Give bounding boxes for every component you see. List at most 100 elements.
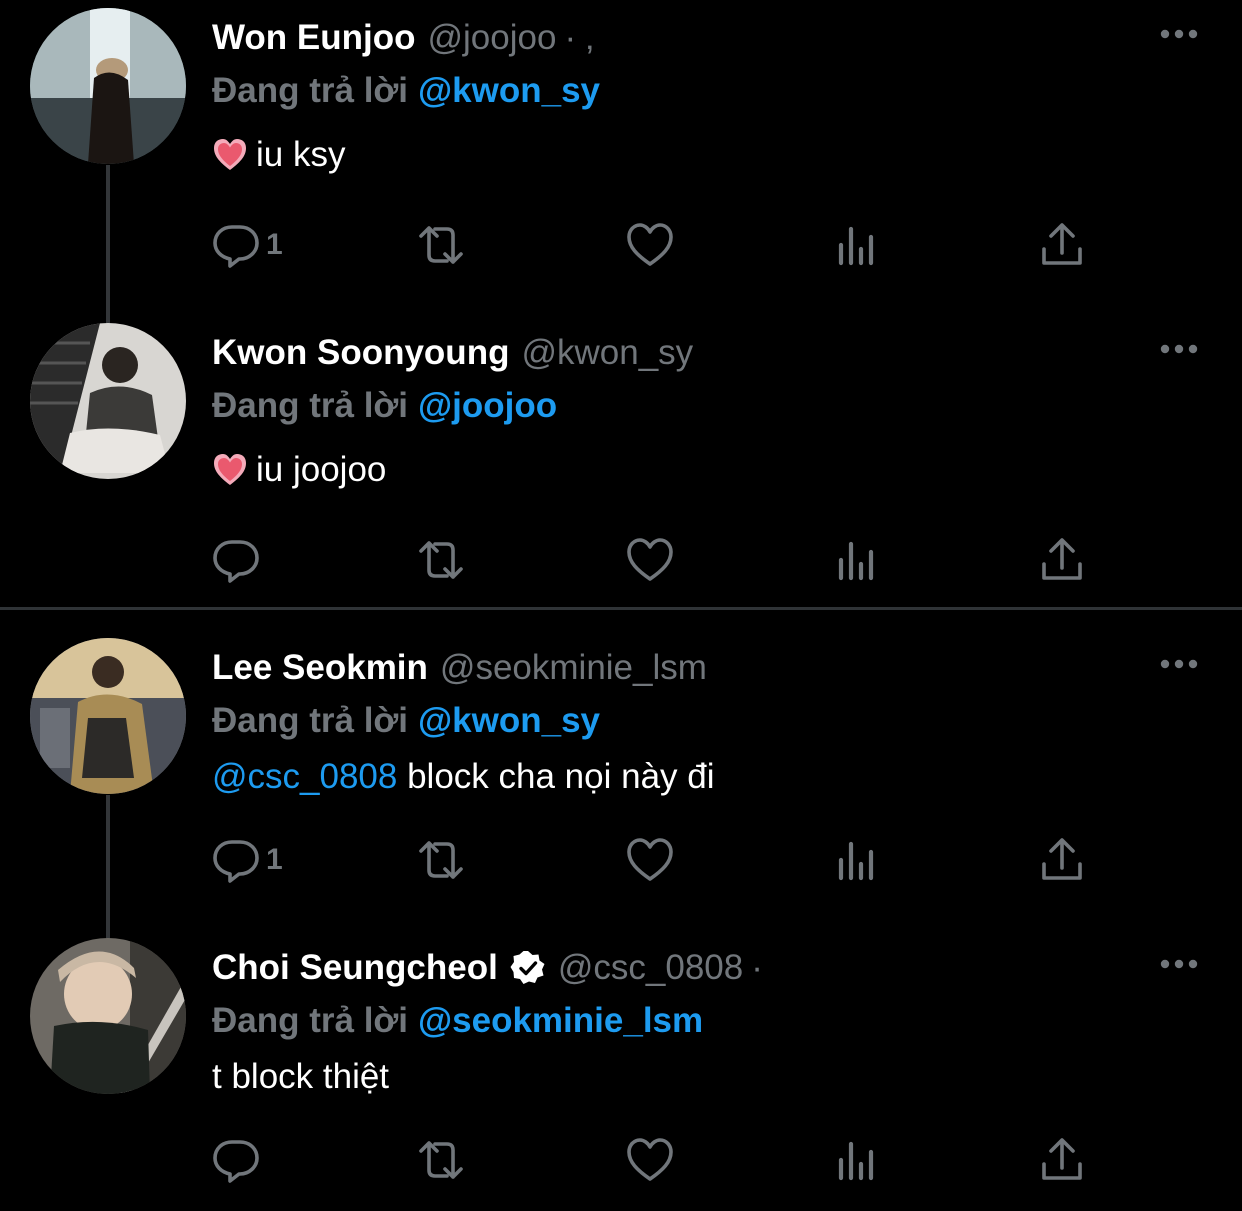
retweet-button[interactable] xyxy=(415,530,467,590)
reply-count: 1 xyxy=(266,843,283,876)
views-button[interactable] xyxy=(832,215,884,275)
share-icon xyxy=(1042,838,1082,880)
views-icon xyxy=(838,226,874,266)
like-icon xyxy=(627,538,673,581)
replying-to: Đang trả lời @kwon_sy xyxy=(212,66,600,116)
replying-to: Đang trả lời @kwon_sy xyxy=(212,696,600,746)
action-bar: 1 xyxy=(210,215,1110,275)
handle[interactable]: @seokminie_lsm xyxy=(440,648,707,688)
avatar[interactable] xyxy=(30,8,186,164)
more-icon xyxy=(1160,659,1198,669)
reply-button[interactable]: 1 xyxy=(210,830,283,890)
replying-to-handle[interactable]: @kwon_sy xyxy=(418,71,600,111)
pink-heart-emoji xyxy=(212,452,248,488)
views-button[interactable] xyxy=(832,530,884,590)
tweet-text: iu ksy xyxy=(212,130,345,180)
like-button[interactable] xyxy=(624,830,676,890)
retweet-icon xyxy=(419,1141,463,1179)
meta-dot: · ‚ xyxy=(564,18,594,57)
more-icon xyxy=(1160,29,1198,39)
share-icon xyxy=(1042,538,1082,580)
views-button[interactable] xyxy=(832,830,884,890)
display-name[interactable]: Won Eunjoo xyxy=(212,18,415,58)
tweet[interactable]: Choi Seungcheol @csc_0808 · Đang trả lời… xyxy=(0,930,1242,1210)
replying-to: Đang trả lời @joojoo xyxy=(212,381,557,431)
share-icon xyxy=(1042,223,1082,265)
retweet-button[interactable] xyxy=(415,1130,467,1190)
tweet-header: Choi Seungcheol @csc_0808 · xyxy=(212,940,763,996)
pink-heart-emoji xyxy=(212,137,248,173)
tweet-header: Won Eunjoo @joojoo · ‚ xyxy=(212,10,594,66)
tweet-text-content: iu joojoo xyxy=(256,450,387,489)
reply-button[interactable] xyxy=(210,530,266,590)
tweet-text-content: block cha nọi này đi xyxy=(397,757,715,796)
tweet-text: @csc_0808 block cha nọi này đi xyxy=(212,752,715,802)
display-name[interactable]: Choi Seungcheol xyxy=(212,948,498,988)
verified-badge-icon xyxy=(510,950,546,986)
more-icon xyxy=(1160,959,1198,969)
like-button[interactable] xyxy=(624,215,676,275)
reply-icon xyxy=(213,225,259,268)
views-icon xyxy=(838,841,874,881)
retweet-button[interactable] xyxy=(415,830,467,890)
avatar[interactable] xyxy=(30,938,186,1094)
more-button[interactable] xyxy=(1155,335,1203,363)
tweet-text-content: t block thiệt xyxy=(212,1057,390,1096)
handle[interactable]: @csc_0808 xyxy=(558,948,743,988)
tweet-text-content: iu ksy xyxy=(256,135,346,174)
display-name[interactable]: Kwon Soonyoung xyxy=(212,333,509,373)
mention-link[interactable]: @csc_0808 xyxy=(212,757,397,797)
action-bar xyxy=(210,530,1110,590)
avatar[interactable] xyxy=(30,323,186,479)
more-icon xyxy=(1160,344,1198,354)
action-bar xyxy=(210,1130,1110,1190)
reply-icon xyxy=(213,1140,259,1183)
tweet-header: Kwon Soonyoung @kwon_sy xyxy=(212,325,693,381)
share-button[interactable] xyxy=(1036,215,1088,275)
replying-to-label: Đang trả lời xyxy=(212,701,409,740)
like-icon xyxy=(627,223,673,266)
replying-to-handle[interactable]: @joojoo xyxy=(418,386,557,426)
thread-line xyxy=(106,165,110,320)
replying-to-handle[interactable]: @kwon_sy xyxy=(418,701,600,741)
tweet[interactable]: Lee Seokmin @seokminie_lsm Đang trả lời … xyxy=(0,638,1242,930)
share-icon xyxy=(1042,1138,1082,1180)
more-button[interactable] xyxy=(1155,950,1203,978)
retweet-button[interactable] xyxy=(415,215,467,275)
tweet-text: t block thiệt xyxy=(212,1052,389,1102)
tweet[interactable]: Kwon Soonyoung @kwon_sy Đang trả lời @jo… xyxy=(0,310,1242,605)
tweet-header: Lee Seokmin @seokminie_lsm xyxy=(212,640,707,696)
thread-line xyxy=(106,795,110,930)
like-button[interactable] xyxy=(624,530,676,590)
like-button[interactable] xyxy=(624,1130,676,1190)
meta-dot: · xyxy=(751,948,763,987)
share-button[interactable] xyxy=(1036,530,1088,590)
reply-button[interactable] xyxy=(210,1130,266,1190)
share-button[interactable] xyxy=(1036,1130,1088,1190)
handle[interactable]: @joojoo xyxy=(427,18,556,58)
share-button[interactable] xyxy=(1036,830,1088,890)
replying-to-label: Đang trả lời xyxy=(212,71,409,110)
reply-button[interactable]: 1 xyxy=(210,215,283,275)
replying-to-handle[interactable]: @seokminie_lsm xyxy=(418,1001,703,1041)
action-bar: 1 xyxy=(210,830,1110,890)
reply-icon xyxy=(213,840,259,883)
views-button[interactable] xyxy=(832,1130,884,1190)
replying-to-label: Đang trả lời xyxy=(212,1001,409,1040)
handle[interactable]: @kwon_sy xyxy=(521,333,693,373)
replying-to: Đang trả lời @seokminie_lsm xyxy=(212,996,703,1046)
retweet-icon xyxy=(419,226,463,264)
conversation-separator xyxy=(0,607,1242,610)
reply-icon xyxy=(213,540,259,583)
reply-count: 1 xyxy=(266,228,283,261)
views-icon xyxy=(838,541,874,581)
more-button[interactable] xyxy=(1155,20,1203,48)
retweet-icon xyxy=(419,541,463,579)
tweet[interactable]: Won Eunjoo @joojoo · ‚ Đang trả lời @kwo… xyxy=(0,8,1242,320)
avatar[interactable] xyxy=(30,638,186,794)
more-button[interactable] xyxy=(1155,650,1203,678)
display-name[interactable]: Lee Seokmin xyxy=(212,648,428,688)
like-icon xyxy=(627,1138,673,1181)
replying-to-label: Đang trả lời xyxy=(212,386,409,425)
like-icon xyxy=(627,838,673,881)
